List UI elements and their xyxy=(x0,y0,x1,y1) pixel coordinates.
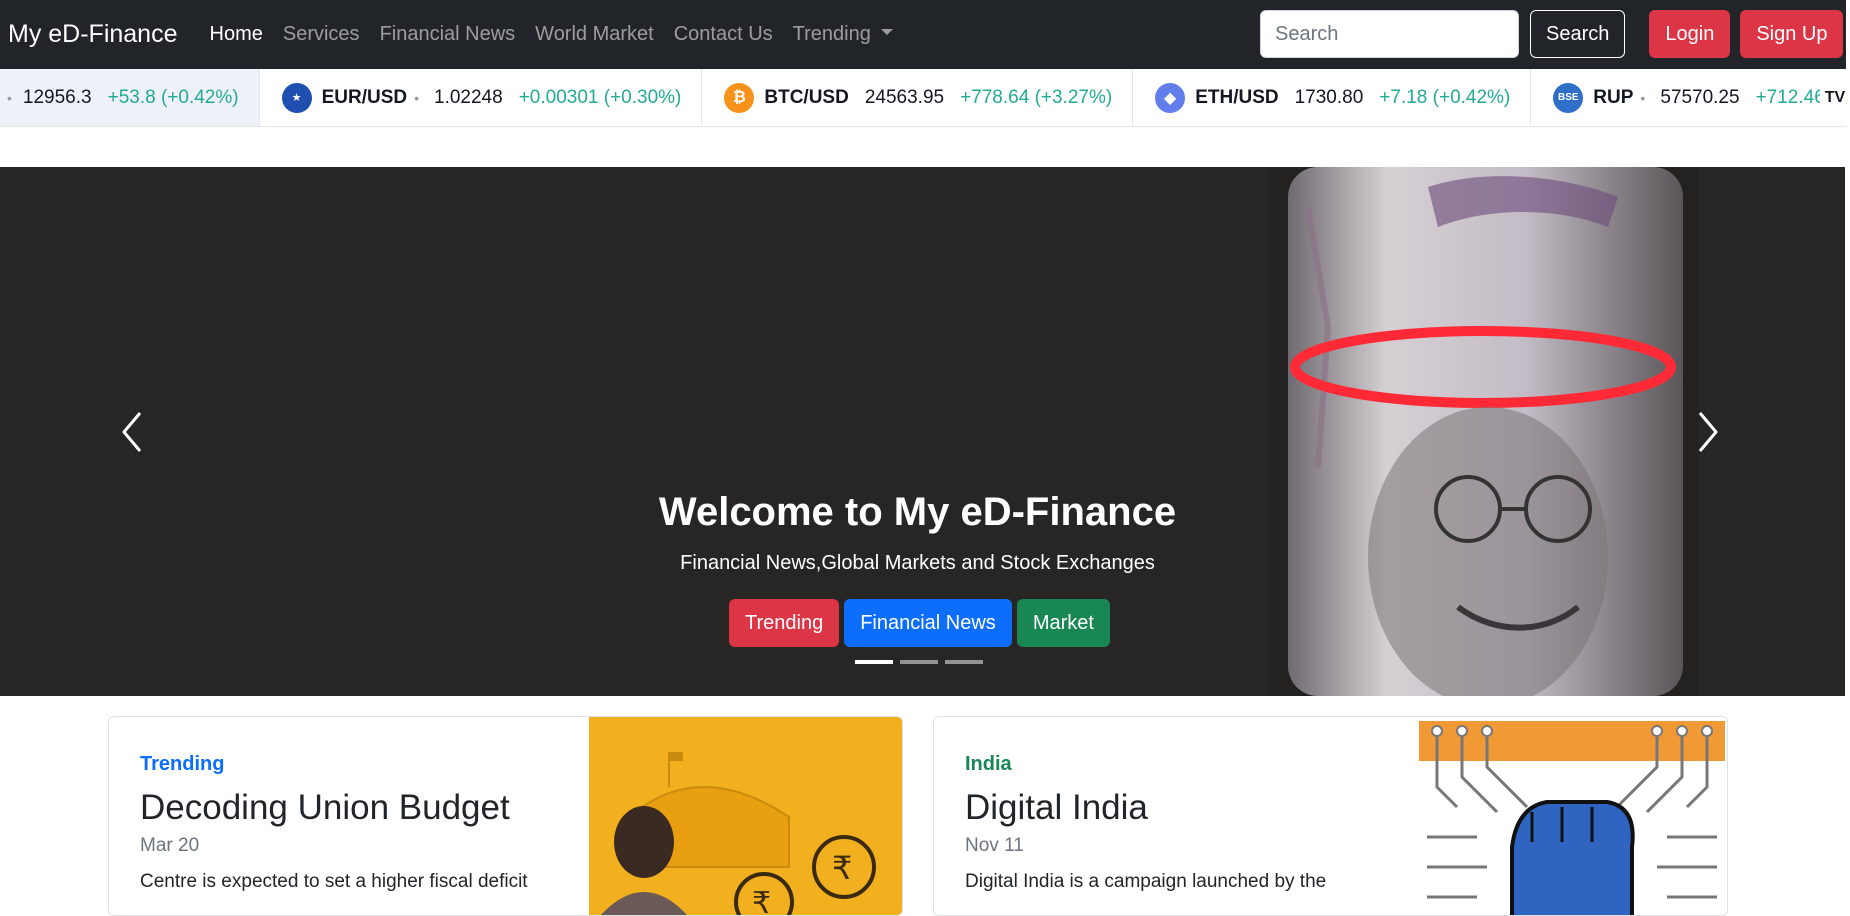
ticker-price: 24563.95 xyxy=(864,86,945,108)
carousel-prev-icon[interactable] xyxy=(112,407,152,457)
carousel-next-icon[interactable] xyxy=(1688,407,1728,457)
card-date: Nov 11 xyxy=(965,835,1024,856)
bitcoin-icon: ₿ xyxy=(724,82,755,113)
nav-services[interactable]: Services xyxy=(273,23,370,46)
nav-trending-label: Trending xyxy=(792,23,871,45)
ticker-symbol: BTC/USD xyxy=(764,86,849,108)
search-input[interactable] xyxy=(1260,10,1519,58)
ticker-item[interactable]: BSE RUP • 57570.25 +712.46 ( xyxy=(1531,69,1850,126)
nav-actions: Search Login Sign Up xyxy=(1260,10,1844,58)
card-text: Centre is expected to set a higher fisca… xyxy=(140,871,528,892)
svg-text:₹: ₹ xyxy=(832,849,852,887)
nav-links: Home Services Financial News World Marke… xyxy=(200,23,903,46)
nav-contact-us[interactable]: Contact Us xyxy=(664,23,783,46)
hero-title: Welcome to My eD-Finance xyxy=(658,490,1177,534)
nav-home[interactable]: Home xyxy=(200,23,273,46)
card-body: India Digital India Nov 11 Digital India… xyxy=(965,753,1326,893)
ticker-symbol: ETH/USD xyxy=(1195,86,1279,108)
brand-logo[interactable]: My eD-Finance xyxy=(8,20,178,49)
nav-financial-news[interactable]: Financial News xyxy=(370,23,526,46)
card-category: Trending xyxy=(140,753,225,775)
card-title: Decoding Union Budget xyxy=(140,788,510,827)
dot-separator: • xyxy=(7,89,12,106)
carousel-indicator[interactable] xyxy=(945,660,983,664)
hero-carousel: Welcome to My eD-Finance Financial News,… xyxy=(0,167,1845,696)
search-button[interactable]: Search xyxy=(1530,10,1626,58)
ticker-item[interactable]: • 12956.3 +53.8 (+0.42%) xyxy=(0,69,260,126)
nav-trending-dropdown[interactable]: Trending xyxy=(783,23,903,46)
eu-us-flag-icon: ★ xyxy=(281,82,312,113)
card-date: Mar 20 xyxy=(140,835,200,856)
ticker-change: +0.00301 (+0.30%) xyxy=(518,86,682,108)
scrollbar-gutter xyxy=(1846,0,1850,901)
nav-world-market[interactable]: World Market xyxy=(525,23,664,46)
budget-illustration-image: ₹ ₹ xyxy=(589,717,902,916)
card-title: Digital India xyxy=(965,788,1148,827)
digital-india-illustration-image xyxy=(1417,717,1727,915)
ticker-price: 12956.3 xyxy=(22,86,92,108)
hero-buttons: Trending Financial News Market xyxy=(729,599,1115,647)
ticker-item[interactable]: ₿ BTC/USD 24563.95 +778.64 (+3.27%) xyxy=(702,69,1134,126)
ticker-price: 57570.25 xyxy=(1660,86,1740,108)
card-category: India xyxy=(965,753,1012,775)
signup-button[interactable]: Sign Up xyxy=(1740,10,1844,58)
svg-text:₹: ₹ xyxy=(752,886,771,916)
ticker-symbol: RUP xyxy=(1593,86,1634,108)
hero-trending-button[interactable]: Trending xyxy=(729,599,840,647)
card-text: Digital India is a campaign launched by … xyxy=(965,871,1327,892)
ticker-change: +7.18 (+0.42%) xyxy=(1379,86,1511,108)
login-button[interactable]: Login xyxy=(1649,10,1731,58)
news-card-india[interactable]: India Digital India Nov 11 Digital India… xyxy=(933,716,1728,916)
dot-separator: • xyxy=(414,89,419,106)
ticker-change: +778.64 (+3.27%) xyxy=(960,86,1113,108)
hero-financial-news-button[interactable]: Financial News xyxy=(844,599,1012,647)
caret-down-icon xyxy=(880,28,893,35)
hero-market-button[interactable]: Market xyxy=(1016,599,1110,647)
ticker-price: 1730.80 xyxy=(1294,86,1364,108)
carousel-indicator[interactable] xyxy=(855,660,893,664)
ticker-item[interactable]: ◆ ETH/USD 1730.80 +7.18 (+0.42%) xyxy=(1133,69,1532,126)
ticker-price: 1.02248 xyxy=(434,86,503,108)
carousel-indicator[interactable] xyxy=(900,660,938,664)
ethereum-icon: ◆ xyxy=(1155,82,1186,113)
bse-icon: BSE xyxy=(1553,82,1584,113)
ticker-symbol: EUR/USD xyxy=(321,86,408,108)
carousel-indicators xyxy=(855,660,990,664)
ticker-item[interactable]: ★ EUR/USD • 1.02248 +0.00301 (+0.30%) xyxy=(260,69,703,126)
dot-separator: • xyxy=(1640,89,1646,106)
card-body: Trending Decoding Union Budget Mar 20 Ce… xyxy=(140,753,528,893)
ticker-tape: • 12956.3 +53.8 (+0.42%) ★ EUR/USD • 1.0… xyxy=(0,69,1850,127)
news-card-trending[interactable]: Trending Decoding Union Budget Mar 20 Ce… xyxy=(108,716,903,916)
hero-subtitle: Financial News,Global Markets and Stock … xyxy=(680,552,1155,574)
navbar: My eD-Finance Home Services Financial Ne… xyxy=(0,0,1850,69)
ticker-change: +53.8 (+0.42%) xyxy=(107,86,239,108)
rupee-note-roll-image xyxy=(1268,167,1698,696)
